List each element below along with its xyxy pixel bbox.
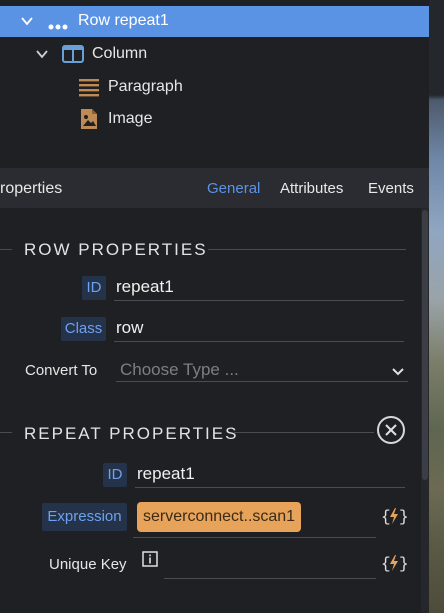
- background-image-strip: [429, 0, 444, 613]
- svg-text:}: }: [399, 508, 407, 526]
- dynamic-data-button[interactable]: {}: [381, 552, 409, 574]
- lightning-icon: {}: [381, 555, 409, 573]
- tree-item-paragraph[interactable]: Paragraph: [0, 71, 429, 103]
- section-divider: [0, 249, 12, 250]
- expression-value-chip[interactable]: serverconnect..scan1: [137, 502, 302, 532]
- tree-item-row-repeat[interactable]: Row repeat1: [0, 6, 429, 37]
- tab-general[interactable]: General: [207, 180, 260, 197]
- id-label: ID: [103, 463, 127, 487]
- info-icon[interactable]: [142, 551, 158, 567]
- unique-key-label: Unique Key: [49, 556, 127, 573]
- dynamic-data-button[interactable]: {}: [381, 505, 409, 527]
- expression-underline: [133, 537, 376, 538]
- chevron-down-icon[interactable]: [35, 47, 49, 61]
- repeat-id-value[interactable]: repeat1: [137, 464, 195, 484]
- lightning-icon: {}: [381, 508, 409, 526]
- svg-text:{: {: [381, 555, 391, 573]
- id-label: ID: [82, 276, 106, 300]
- close-icon: [385, 424, 397, 436]
- chevron-down-icon[interactable]: [392, 364, 404, 382]
- tree-item-label: Paragraph: [108, 78, 183, 95]
- remove-repeat-button[interactable]: [377, 416, 405, 444]
- unique-key-underline: [164, 578, 376, 579]
- column-icon: [62, 45, 84, 68]
- id-value[interactable]: repeat1: [116, 277, 174, 297]
- class-label: Class: [61, 317, 106, 341]
- tree-item-label: Image: [108, 110, 153, 127]
- tree-item-column[interactable]: Column: [0, 38, 429, 70]
- paragraph-icon: [79, 78, 99, 103]
- repeat-icon: [48, 18, 68, 36]
- repeat-id-underline: [135, 487, 405, 488]
- class-underline: [114, 341, 404, 342]
- tree-item-label: Column: [92, 45, 148, 62]
- convert-to-select[interactable]: Choose Type ...: [120, 360, 239, 380]
- expression-label: Expression: [42, 503, 127, 531]
- class-value[interactable]: row: [116, 318, 143, 338]
- svg-text:}: }: [399, 555, 407, 573]
- tab-attributes[interactable]: Attributes: [280, 180, 343, 197]
- scrollbar-thumb[interactable]: [422, 210, 428, 480]
- section-divider: [0, 432, 12, 433]
- structure-tree: Row repeat1 Column Paragraph Image: [0, 0, 429, 168]
- tree-item-image[interactable]: Image: [0, 103, 429, 135]
- properties-header: roperties General Attributes Events: [0, 168, 429, 208]
- convert-underline: [116, 381, 408, 382]
- repeat-properties-heading: REPEAT PROPERTIES: [24, 424, 239, 443]
- tab-events[interactable]: Events: [368, 180, 414, 197]
- image-icon: [80, 108, 98, 135]
- row-properties-heading: ROW PROPERTIES: [24, 240, 208, 259]
- chevron-down-icon[interactable]: [20, 14, 34, 28]
- section-divider: [208, 249, 406, 250]
- section-divider: [234, 432, 374, 433]
- convert-to-label: Convert To: [25, 362, 98, 379]
- tree-item-label: Row repeat1: [78, 12, 169, 29]
- properties-title: roperties: [0, 180, 63, 197]
- svg-text:{: {: [381, 508, 391, 526]
- id-underline: [114, 300, 404, 301]
